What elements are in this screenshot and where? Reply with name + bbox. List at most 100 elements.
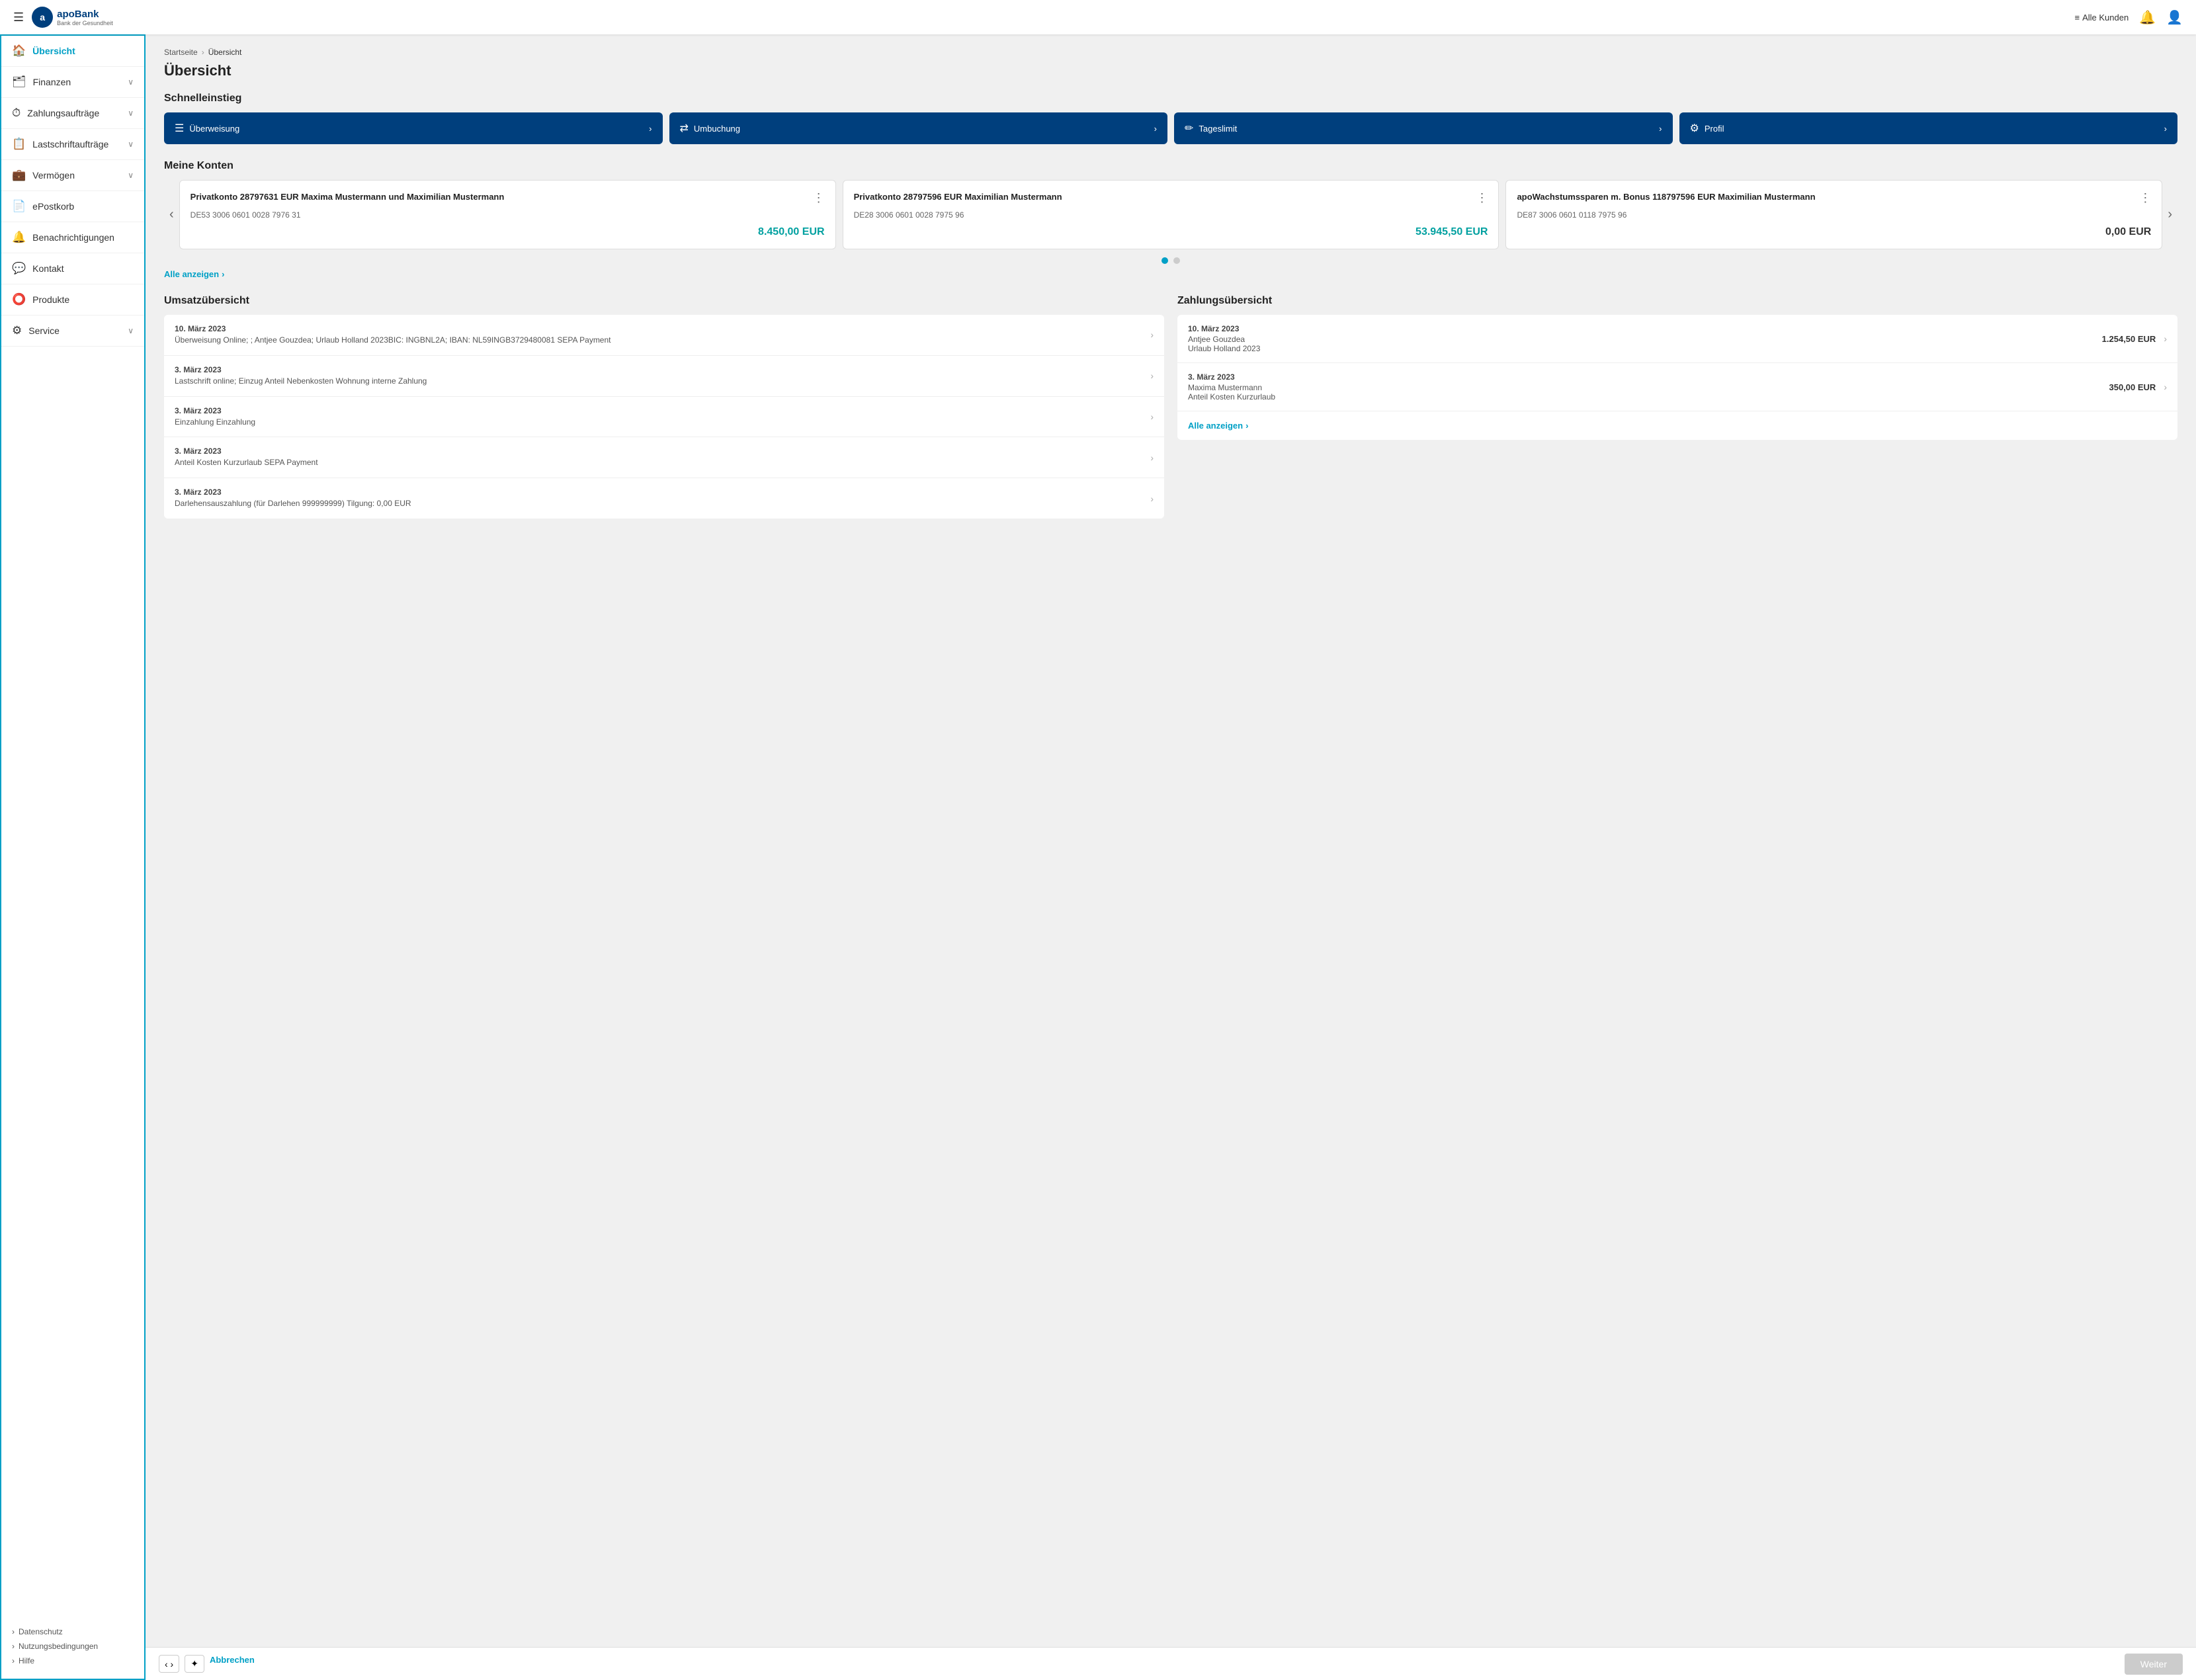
produkte-icon: ⭕ bbox=[12, 293, 26, 306]
chevron-right-icon: › bbox=[2164, 333, 2167, 344]
zahlung-name-1: Antjee Gouzdea bbox=[1188, 335, 2102, 344]
sidebar-item-lastschriftauftraege[interactable]: 📋 Lastschriftaufträge ∨ bbox=[1, 129, 144, 160]
sidebar-item-zahlungsauftraege[interactable]: ⏱ Zahlungsaufträge ∨ bbox=[1, 98, 144, 129]
header-left: ☰ a apoBank Bank der Gesundheit bbox=[13, 7, 113, 28]
konto-menu-icon-3[interactable]: ⋮ bbox=[2139, 191, 2151, 205]
meine-konten-title: Meine Konten bbox=[164, 160, 2177, 172]
alle-kunden-button[interactable]: ≡ Alle Kunden bbox=[2074, 13, 2129, 22]
sidebar-item-kontakt[interactable]: 💬 Kontakt bbox=[1, 253, 144, 284]
finanzen-icon: 🗂 bbox=[12, 75, 26, 89]
move-button[interactable]: ✦ bbox=[185, 1655, 204, 1673]
umbuchung-button[interactable]: ⇄ Umbuchung › bbox=[669, 112, 1168, 144]
meine-konten-section: Meine Konten ‹ Privatkonto 28797631 EUR … bbox=[164, 160, 2177, 279]
umsatz-date-2: 3. März 2023 bbox=[175, 365, 1150, 374]
sidebar-label-kontakt: Kontakt bbox=[32, 263, 63, 274]
tageslimit-button[interactable]: ✏ Tageslimit › bbox=[1174, 112, 1673, 144]
quick-buttons-container: ☰ Überweisung › ⇄ Umbuchung › bbox=[164, 112, 2177, 144]
chevron-right-icon: › bbox=[1150, 370, 1154, 381]
umsatz-date-1: 10. März 2023 bbox=[175, 324, 1150, 333]
umsatz-item-5[interactable]: 3. März 2023 Darlehensauszahlung (für Da… bbox=[164, 478, 1164, 519]
konto-iban-1: DE53 3006 0601 0028 7976 31 bbox=[190, 210, 825, 220]
breadcrumb: Startseite › Übersicht bbox=[164, 48, 2177, 57]
konto-title-2: Privatkonto 28797596 EUR Maximilian Must… bbox=[854, 191, 1471, 203]
umsatz-desc-4: Anteil Kosten Kurzurlaub SEPA Payment bbox=[175, 457, 1150, 468]
tageslimit-icon: ✏ bbox=[1185, 122, 1193, 135]
service-icon: ⚙ bbox=[12, 324, 22, 337]
sidebar-item-service[interactable]: ⚙ Service ∨ bbox=[1, 315, 144, 347]
konto-card-1: Privatkonto 28797631 EUR Maxima Musterma… bbox=[179, 180, 836, 249]
zahlung-item-2[interactable]: 3. März 2023 Maxima Mustermann Anteil Ko… bbox=[1177, 363, 2177, 411]
chevron-right-icon: › bbox=[649, 124, 652, 134]
umsatz-date-3: 3. März 2023 bbox=[175, 406, 1150, 415]
umsatz-item-2[interactable]: 3. März 2023 Lastschrift online; Einzug … bbox=[164, 356, 1164, 397]
umsatz-date-5: 3. März 2023 bbox=[175, 487, 1150, 497]
lastschrift-icon: 📋 bbox=[12, 138, 26, 151]
logo-circle: a bbox=[32, 7, 53, 28]
sidebar-label-uebersicht: Übersicht bbox=[32, 46, 75, 56]
sidebar-footer-datenschutz[interactable]: › Datenschutz bbox=[12, 1624, 134, 1639]
sidebar-item-produkte[interactable]: ⭕ Produkte bbox=[1, 284, 144, 315]
umsatz-item-1[interactable]: 10. März 2023 Überweisung Online; ; Antj… bbox=[164, 315, 1164, 356]
zahlungsauftraege-icon: ⏱ bbox=[12, 106, 21, 120]
breadcrumb-separator: › bbox=[202, 48, 204, 57]
sidebar-item-uebersicht[interactable]: 🏠 Übersicht bbox=[1, 36, 144, 67]
ueberweisung-icon: ☰ bbox=[175, 122, 184, 135]
umsatz-item-3[interactable]: 3. März 2023 Einzahlung Einzahlung › bbox=[164, 397, 1164, 438]
konto-menu-icon-2[interactable]: ⋮ bbox=[1476, 191, 1488, 205]
sidebar-label-lastschrift: Lastschriftaufträge bbox=[32, 139, 108, 149]
dot-1[interactable] bbox=[1161, 257, 1168, 264]
home-icon: 🏠 bbox=[12, 44, 26, 58]
konto-iban-3: DE87 3006 0601 0118 7975 96 bbox=[1517, 210, 2151, 220]
zahlung-column: Zahlungsübersicht 10. März 2023 Antjee G… bbox=[1177, 295, 2177, 519]
chevron-right-icon: › bbox=[1150, 452, 1154, 463]
profil-button[interactable]: ⚙ Profil › bbox=[1679, 112, 2178, 144]
user-icon[interactable]: 👤 bbox=[2166, 9, 2183, 26]
alle-anzeigen-button[interactable]: Alle anzeigen › bbox=[164, 269, 2177, 279]
zahlung-item-1[interactable]: 10. März 2023 Antjee Gouzdea Urlaub Holl… bbox=[1177, 315, 2177, 363]
breadcrumb-home[interactable]: Startseite bbox=[164, 48, 198, 57]
zahlung-alle-anzeigen-button[interactable]: Alle anzeigen › bbox=[1177, 411, 2177, 440]
zahlung-amount-2: 350,00 EUR bbox=[2109, 382, 2156, 392]
two-col-section: Umsatzübersicht 10. März 2023 Überweisun… bbox=[164, 295, 2177, 519]
carousel-prev-button[interactable]: ‹ bbox=[164, 202, 179, 228]
sidebar-item-vermoegen[interactable]: 💼 Vermögen ∨ bbox=[1, 160, 144, 191]
umsatz-item-4[interactable]: 3. März 2023 Anteil Kosten Kurzurlaub SE… bbox=[164, 437, 1164, 478]
sidebar-footer: › Datenschutz › Nutzungsbedingungen › Hi… bbox=[1, 1614, 144, 1679]
zahlung-purpose-1: Urlaub Holland 2023 bbox=[1188, 344, 2102, 353]
sidebar-item-finanzen[interactable]: 🗂 Finanzen ∨ bbox=[1, 67, 144, 98]
carousel-next-button[interactable]: › bbox=[2162, 202, 2177, 228]
hamburger-icon[interactable]: ☰ bbox=[13, 11, 24, 24]
sidebar-item-benachrichtigungen[interactable]: 🔔 Benachrichtigungen bbox=[1, 222, 144, 253]
chevron-down-icon: ∨ bbox=[128, 326, 134, 335]
konto-balance-1: 8.450,00 EUR bbox=[190, 226, 825, 238]
sidebar-footer-nutzungsbedingungen[interactable]: › Nutzungsbedingungen bbox=[12, 1639, 134, 1654]
sidebar-label-produkte: Produkte bbox=[32, 294, 69, 305]
zahlung-purpose-2: Anteil Kosten Kurzurlaub bbox=[1188, 392, 2109, 401]
ueberweisung-button[interactable]: ☰ Überweisung › bbox=[164, 112, 663, 144]
konto-balance-2: 53.945,50 EUR bbox=[854, 226, 1488, 238]
abbrechen-link[interactable]: Abbrechen bbox=[210, 1655, 255, 1673]
carousel-dots bbox=[164, 257, 2177, 264]
umsatz-column: Umsatzübersicht 10. März 2023 Überweisun… bbox=[164, 295, 1164, 519]
umsatz-date-4: 3. März 2023 bbox=[175, 446, 1150, 456]
weiter-button[interactable]: Weiter bbox=[2125, 1654, 2183, 1675]
notification-icon[interactable]: 🔔 bbox=[2139, 9, 2156, 26]
konto-menu-icon-1[interactable]: ⋮ bbox=[813, 191, 825, 205]
logo-text: apoBank Bank der Gesundheit bbox=[57, 9, 113, 26]
dot-2[interactable] bbox=[1173, 257, 1180, 264]
logo-subtitle: Bank der Gesundheit bbox=[57, 20, 113, 26]
breadcrumb-current: Übersicht bbox=[208, 48, 242, 57]
chevron-down-icon: ∨ bbox=[128, 140, 134, 149]
umsatz-list: 10. März 2023 Überweisung Online; ; Antj… bbox=[164, 315, 1164, 519]
schnelleinstieg-title: Schnelleinstieg bbox=[164, 93, 2177, 105]
logo: a apoBank Bank der Gesundheit bbox=[32, 7, 113, 28]
konto-balance-3: 0,00 EUR bbox=[1517, 226, 2151, 238]
sidebar-footer-hilfe[interactable]: › Hilfe bbox=[12, 1654, 134, 1668]
konten-carousel: ‹ Privatkonto 28797631 EUR Maxima Muster… bbox=[164, 180, 2177, 249]
chevron-down-icon: ∨ bbox=[128, 77, 134, 87]
zahlung-title: Zahlungsübersicht bbox=[1177, 295, 2177, 307]
chevron-right-icon: › bbox=[1154, 124, 1157, 134]
code-toggle-button[interactable]: ‹ › bbox=[159, 1655, 179, 1673]
umsatz-title: Umsatzübersicht bbox=[164, 295, 1164, 307]
sidebar-item-epostkorb[interactable]: 📄 ePostkorb bbox=[1, 191, 144, 222]
